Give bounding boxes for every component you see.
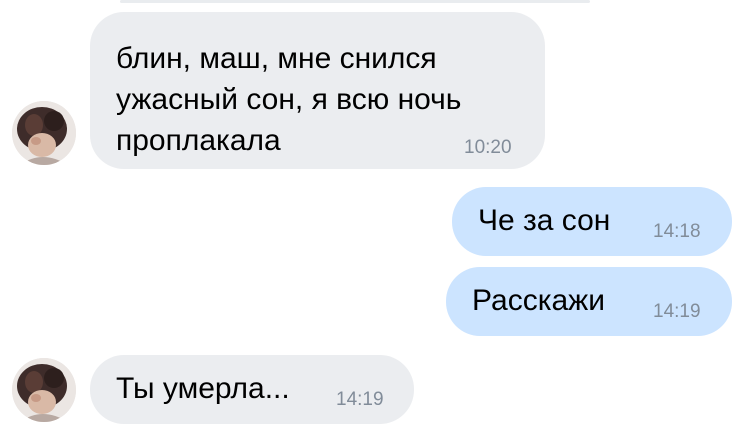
message-time: 10:20: [464, 137, 512, 158]
message-time: 14:19: [653, 301, 701, 322]
chat-history: блин, маш, мне снился ужасный сон, я всю…: [0, 0, 743, 435]
sender-avatar[interactable]: [12, 101, 76, 165]
message-time: 14:18: [653, 221, 701, 242]
outgoing-message-bubble[interactable]: Че за сон 14:18: [452, 187, 732, 256]
message-text: блин, маш, мне снился ужасный сон, я всю…: [116, 42, 462, 157]
message-time: 14:19: [336, 389, 384, 410]
avatar-photo-icon: [12, 358, 76, 422]
message-text: Ты умерла...: [116, 372, 290, 405]
sender-avatar[interactable]: [12, 358, 76, 422]
previous-message-edge: [120, 0, 590, 3]
incoming-message-bubble[interactable]: блин, маш, мне снился ужасный сон, я всю…: [90, 12, 545, 169]
incoming-message-bubble[interactable]: Ты умерла... 14:19: [90, 355, 414, 424]
message-text: Расскажи: [472, 284, 605, 317]
message-text: Че за сон: [478, 204, 611, 237]
outgoing-message-bubble[interactable]: Расскажи 14:19: [446, 267, 732, 336]
avatar-photo-icon: [12, 101, 76, 165]
